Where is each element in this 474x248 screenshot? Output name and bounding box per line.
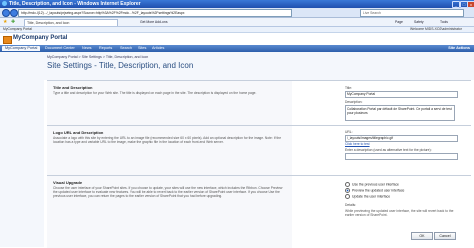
description-textarea[interactable]: Collaboration Portal par défault de Shar… <box>345 105 455 121</box>
tools-menu[interactable]: Tools <box>440 20 448 24</box>
left-nav-panel <box>0 80 44 247</box>
section-heading: Logo URL and Description <box>53 130 104 135</box>
tab-home[interactable]: MyCompany Portal <box>2 46 41 51</box>
add-favorites-icon[interactable]: ✚ <box>11 19 15 25</box>
favorites-bar: ★ ✚ Title, Description, and Icon Get Mor… <box>0 18 474 27</box>
settings-form: Title and Description Type a title and d… <box>47 80 471 248</box>
ok-button[interactable]: OK <box>411 232 433 240</box>
tab-document-center[interactable]: Document Center <box>42 46 78 51</box>
page-menu[interactable]: Page <box>395 20 403 24</box>
logo-url-input[interactable]: /_layouts/images/titlegraphic.gif <box>345 135 458 142</box>
window-title-bar: Title, Description, and Icon - Windows I… <box>0 0 474 8</box>
tab-reports[interactable]: Reports <box>96 46 115 51</box>
address-input[interactable]: http://mdc-l(12).../_layouts/prjsetng.as… <box>18 9 292 17</box>
page-title-area: MyCompany Portal > Site Settings > Title… <box>0 52 474 80</box>
cancel-button[interactable]: Cancel <box>434 232 456 240</box>
details-text: While previewing the updated user interf… <box>345 209 454 218</box>
safety-menu[interactable]: Safety <box>414 20 424 24</box>
welcome-menu[interactable]: Welcome MIDS-XO2\administrator <box>410 27 462 31</box>
logo-description-input[interactable] <box>345 153 458 160</box>
title-input[interactable]: MyCompany Portal <box>345 91 458 98</box>
favorites-star-icon[interactable]: ★ <box>3 19 7 25</box>
minimize-button[interactable]: _ <box>452 1 460 8</box>
site-actions-menu[interactable]: Site Actions <box>448 46 470 51</box>
description-label: Description: <box>345 100 363 104</box>
title-description-section: Title and Description Type a title and d… <box>47 80 471 126</box>
tab-search[interactable]: Search <box>117 46 135 51</box>
section-description: Associate a logo with this site by enter… <box>53 136 282 145</box>
tab-sites[interactable]: Sites <box>135 46 149 51</box>
close-window-button[interactable]: x <box>467 1 474 8</box>
tab-news[interactable]: News <box>79 46 95 51</box>
forward-icon[interactable] <box>10 9 18 17</box>
page-title: Site Settings - Title, Description, and … <box>47 61 194 70</box>
address-bar-row: http://mdc-l(12).../_layouts/prjsetng.as… <box>0 8 474 18</box>
radio-preview-ui[interactable]: Preview the updated user interface <box>345 188 404 193</box>
section-heading: Visual Upgrade <box>53 180 83 185</box>
search-input[interactable]: Live Search <box>360 9 464 17</box>
title-label: Title: <box>345 86 353 90</box>
radio-update-ui[interactable]: Update the user interface <box>345 194 390 199</box>
tab-current-page[interactable]: Title, Description, and Icon <box>24 19 118 26</box>
alt-text-label: Enter a description (used as alternative… <box>345 148 432 152</box>
section-heading: Title and Description <box>53 85 93 90</box>
site-name[interactable]: MyCompany Portal <box>13 35 67 41</box>
get-addons-link[interactable]: Get More Add-ons <box>140 20 168 24</box>
window-title: Title, Description, and Icon - Windows I… <box>9 1 141 7</box>
ie-icon <box>2 1 7 6</box>
section-description: Type a title and description for your We… <box>53 91 257 95</box>
site-header: MyCompany Portal <box>0 33 474 45</box>
back-icon[interactable] <box>2 9 10 17</box>
url-label: URL: <box>345 130 353 134</box>
tab-articles[interactable]: Articles <box>149 46 167 51</box>
breadcrumb[interactable]: MyCompany Portal > Site Settings > Title… <box>47 55 148 59</box>
radio-previous-ui[interactable]: Use the previous user interface <box>345 182 399 187</box>
details-label: Details: <box>345 203 356 207</box>
section-description: Choose the user interface of your ShareP… <box>53 186 283 199</box>
site-logo-icon[interactable] <box>3 36 12 44</box>
sp-top-nav: MyCompany Portal Document Center News Re… <box>0 45 474 52</box>
sp-top-link[interactable]: MyCompany Portal <box>3 27 32 31</box>
logo-section: Logo URL and Description Associate a log… <box>47 125 471 176</box>
test-link[interactable]: Click here to test <box>345 142 370 146</box>
visual-upgrade-section: Visual Upgrade Choose the user interface… <box>47 175 471 248</box>
